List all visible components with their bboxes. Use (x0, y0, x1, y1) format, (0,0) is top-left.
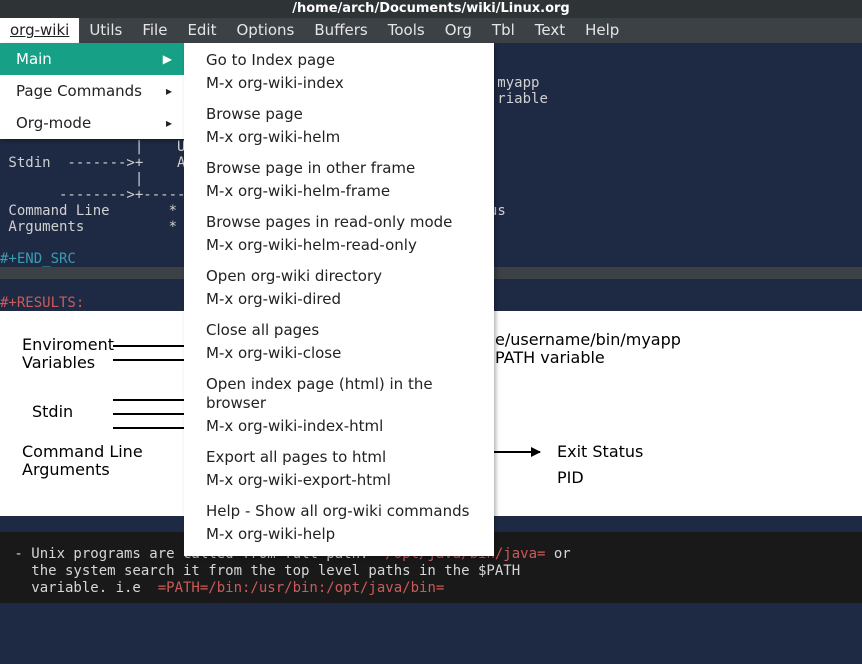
cmd-close-all[interactable]: Close all pages (184, 319, 494, 342)
chevron-right-icon: ▸ (166, 116, 172, 130)
cmd-mx: M-x org-wiki-index (184, 72, 494, 95)
menu-file[interactable]: File (132, 18, 177, 43)
cmd-go-index[interactable]: Go to Index page (184, 49, 494, 72)
menu-org-wiki[interactable]: org-wiki (0, 18, 79, 43)
menu-text[interactable]: Text (525, 18, 575, 43)
cmd-mx: M-x org-wiki-help (184, 523, 494, 546)
editor-line: Stdin ------->+ Ap (0, 155, 194, 171)
cmd-mx: M-x org-wiki-helm-frame (184, 180, 494, 203)
editor-text-right: myapp (497, 75, 539, 91)
dg-pid2: PID (557, 469, 584, 487)
submenu-orgwiki: Main ▶ Page Commands ▸ Org-mode ▸ (0, 43, 184, 139)
submenu-item-label: Org-mode (16, 114, 91, 132)
submenu-item-label: Main (16, 50, 52, 68)
arrow-icon (113, 413, 193, 415)
menu-utils[interactable]: Utils (79, 18, 132, 43)
cmd-mx: M-x org-wiki-helm (184, 126, 494, 149)
editor-line: | (0, 171, 143, 187)
cmd-mx: M-x org-wiki-dired (184, 288, 494, 311)
submenu-main-commands: Go to Index page M-x org-wiki-index Brow… (184, 43, 494, 556)
title-bar: /home/arch/Documents/wiki/Linux.org (0, 0, 862, 18)
submenu-item-page-commands[interactable]: Page Commands ▸ (0, 75, 184, 107)
cmd-browse-page[interactable]: Browse page (184, 103, 494, 126)
cmd-index-html[interactable]: Open index page (html) in the browser (184, 373, 494, 415)
arrow-icon (113, 427, 193, 429)
dg-stdin: Stdin (32, 403, 73, 421)
org-end-src: #+END_SRC (0, 251, 76, 267)
org-results: #+RESULTS: (0, 295, 84, 311)
chevron-right-icon: ▸ (166, 84, 172, 98)
editor-line: Arguments * F (0, 219, 194, 235)
editor-line: -------->+------- (0, 187, 202, 203)
arrow-icon (113, 399, 193, 401)
cmd-open-dir[interactable]: Open org-wiki directory (184, 265, 494, 288)
submenu-item-label: Page Commands (16, 82, 142, 100)
dg-right-top: e/username/bin/myapp PATH variable (495, 331, 681, 367)
dg-exit: Exit Status (557, 443, 643, 461)
cmd-help[interactable]: Help - Show all org-wiki commands (184, 500, 494, 523)
cmd-browse-frame[interactable]: Browse page in other frame (184, 157, 494, 180)
menu-tbl[interactable]: Tbl (482, 18, 525, 43)
dg-env: Enviroment Variables (22, 336, 114, 372)
arrow-icon (113, 345, 193, 347)
cmd-export-html[interactable]: Export all pages to html (184, 446, 494, 469)
menu-bar: org-wiki Utils File Edit Options Buffers… (0, 18, 862, 43)
menu-options[interactable]: Options (227, 18, 305, 43)
submenu-item-main[interactable]: Main ▶ (0, 43, 184, 75)
editor-text-right: riable (497, 91, 548, 107)
menu-edit[interactable]: Edit (177, 18, 226, 43)
cmd-mx: M-x org-wiki-index-html (184, 415, 494, 438)
menu-help[interactable]: Help (575, 18, 629, 43)
cmd-mx: M-x org-wiki-close (184, 342, 494, 365)
cmd-mx: M-x org-wiki-helm-read-only (184, 234, 494, 257)
cmd-browse-readonly[interactable]: Browse pages in read-only mode (184, 211, 494, 234)
submenu-item-org-mode[interactable]: Org-mode ▸ (0, 107, 184, 139)
dg-cmdline: Command Line Arguments (22, 443, 143, 479)
menu-buffers[interactable]: Buffers (304, 18, 377, 43)
menu-org[interactable]: Org (435, 18, 482, 43)
cmd-mx: M-x org-wiki-export-html (184, 469, 494, 492)
menu-tools[interactable]: Tools (378, 18, 435, 43)
editor-line: | Un (0, 139, 194, 155)
chevron-right-icon: ▶ (163, 52, 172, 66)
arrow-icon (113, 359, 193, 361)
editor-line: Command Line * P (0, 203, 194, 219)
